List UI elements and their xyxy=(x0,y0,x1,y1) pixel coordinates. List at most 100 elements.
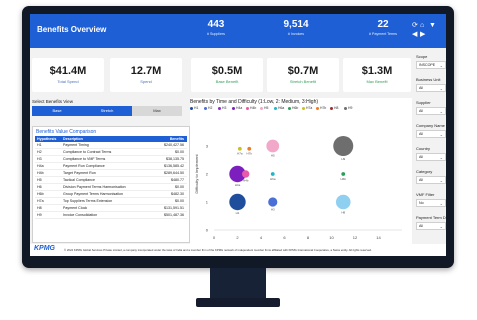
legend-swatch xyxy=(260,106,263,110)
legend-item[interactable]: H7a xyxy=(302,106,312,110)
filter-3: Company Name All ⌄ xyxy=(416,123,446,138)
data-label: H4b xyxy=(243,179,249,183)
data-point-h7a[interactable] xyxy=(237,146,242,151)
data-point-h9[interactable] xyxy=(333,136,354,156)
table-row[interactable]: H7a Top Suppliers Terms Extension $0.00 xyxy=(35,198,187,205)
data-label: H6a xyxy=(270,177,276,181)
filter-value: INSCOPE xyxy=(419,63,436,67)
chevron-down-icon: ⌄ xyxy=(439,132,443,137)
back-icon[interactable]: ◀ xyxy=(412,31,417,38)
x-tick-label: 0 xyxy=(213,235,216,240)
data-point-h8[interactable] xyxy=(335,194,351,210)
home-icon[interactable]: ⌂ xyxy=(420,22,424,29)
data-point-h1[interactable] xyxy=(229,193,246,211)
legend-item[interactable]: H2 xyxy=(204,106,212,110)
card-value: $0.5M xyxy=(211,65,243,77)
table-cell: Division Payment Terms Harmonisation xyxy=(63,185,126,189)
legend-item[interactable]: H9 xyxy=(344,106,352,110)
filter-4: Country All ⌄ xyxy=(416,146,446,161)
toggle-max-button[interactable]: Max xyxy=(132,106,182,116)
legend-item[interactable]: H5 xyxy=(260,106,268,110)
table-cell: Compliance to VMF Terms xyxy=(63,157,106,161)
filter-6: VMF Filter No ⌄ xyxy=(416,192,446,207)
legend-item[interactable]: H3 xyxy=(218,106,226,110)
table-cell: $240,427.56 xyxy=(164,143,184,147)
kpi-label: # Suppliers xyxy=(207,32,225,36)
refresh-icon[interactable]: ⟳ xyxy=(412,22,418,29)
table-cell: H8 xyxy=(37,206,42,210)
kpi-card-stretch-benefit: $0.7M Stretch Benefit xyxy=(267,58,339,92)
legend-item[interactable]: H8 xyxy=(330,106,338,110)
chevron-down-icon: ⌄ xyxy=(439,178,443,183)
card-label: Stretch Benefit xyxy=(289,79,317,84)
chart-title: Benefits by Time and Difficulty (1:Low, … xyxy=(190,99,319,105)
data-label: H3 xyxy=(271,208,275,212)
filter-2: Supplier All ⌄ xyxy=(416,100,446,115)
table-row[interactable]: H1 Payment Timing $240,427.56 xyxy=(35,142,187,149)
table-cell: H1 xyxy=(37,143,42,147)
kpi-card-max-benefit: $1.3M Max Benefit xyxy=(343,58,411,92)
table-body: H1 Payment Timing $240,427.56 H2 Compliance … xyxy=(33,142,189,219)
monitor-stand-neck xyxy=(210,268,266,300)
legend-swatch xyxy=(232,106,235,110)
forward-icon[interactable]: ▶ xyxy=(420,31,425,38)
legend-item[interactable]: H6a xyxy=(274,106,284,110)
table-cell: $131,591.51 xyxy=(164,206,184,210)
table-row[interactable]: H2 Compliance to Contract Terms $0.00 xyxy=(35,149,187,156)
legend-label: H5 xyxy=(264,106,269,110)
table-row[interactable]: H6b Group Payment Terms Harmonisation $482… xyxy=(35,191,187,198)
data-point-h6a[interactable] xyxy=(270,172,275,176)
table-row[interactable]: H6 Division Payment Terms Harmonisation $0… xyxy=(35,184,187,191)
filter-icon[interactable]: ▼ xyxy=(429,22,436,29)
filter-dropdown[interactable]: All ⌄ xyxy=(416,222,446,230)
data-point-h3[interactable] xyxy=(268,197,278,207)
header-icons: ⟳ ⌂ ▼ ◀ ▶ xyxy=(412,22,438,42)
toggle-stretch-button[interactable]: Stretch xyxy=(82,106,132,116)
legend-item[interactable]: H4a xyxy=(232,106,242,110)
table-cell: Compliance to Contract Terms xyxy=(63,150,112,154)
chevron-down-icon: ⌄ xyxy=(439,155,443,160)
table-cell: $0.00 xyxy=(175,199,184,203)
monitor-stand-base xyxy=(196,298,280,307)
table-row[interactable]: H3 Compliance to VMF Terms $38,135.75 xyxy=(35,156,187,163)
legend-swatch xyxy=(288,106,291,110)
table-cell: H7a xyxy=(37,199,44,203)
legend-item[interactable]: H6b xyxy=(288,106,298,110)
filter-dropdown[interactable]: All ⌄ xyxy=(416,107,446,115)
filter-5: Category All ⌄ xyxy=(416,169,446,184)
table-cell: $0.00 xyxy=(175,185,184,189)
card-label: Total Spend xyxy=(57,79,79,84)
legend-item[interactable]: H1 xyxy=(190,106,198,110)
data-point-h4b[interactable] xyxy=(242,170,250,178)
table-row[interactable]: H5 Tactical Compliance $480.77 xyxy=(35,177,187,184)
data-point-h5[interactable] xyxy=(266,139,280,153)
table-row[interactable]: H4b Target Payment Run $289,644.50 xyxy=(35,170,187,177)
filter-label: Payment Term D... xyxy=(416,215,446,220)
filter-1: Business Unit All ⌄ xyxy=(416,77,446,92)
filter-label: Business Unit xyxy=(416,77,441,82)
header-kpi-invoices: 9,514 # Invoices xyxy=(265,19,327,36)
table-row[interactable]: H8 Payment Clock $131,591.51 xyxy=(35,205,187,212)
kpi-card-total-spend: $41.4M Total Spend xyxy=(32,58,104,92)
header-kpi-suppliers: 443 # Suppliers xyxy=(185,19,247,36)
filter-dropdown[interactable]: All ⌄ xyxy=(416,130,446,138)
chevron-down-icon: ⌄ xyxy=(439,201,443,206)
kpi-label: # Payment Terms xyxy=(369,32,397,36)
legend-item[interactable]: H4b xyxy=(246,106,256,110)
table-row[interactable]: H4a Payment Run Compliance $136,585.42 xyxy=(35,163,187,170)
data-point-h6b[interactable] xyxy=(341,172,346,176)
filter-dropdown[interactable]: INSCOPE ⌄ xyxy=(416,61,446,69)
card-label: Max Benefit xyxy=(366,79,388,84)
dashboard-screen: Benefits Overview 443 # Suppliers 9,514 … xyxy=(30,14,446,256)
filter-dropdown[interactable]: All ⌄ xyxy=(416,176,446,184)
table-cell: H5 xyxy=(37,178,42,182)
table-row[interactable]: H9 Invoice Consolidation $501,487.36 xyxy=(35,212,187,219)
data-point-h7b[interactable] xyxy=(247,146,252,151)
chart-plot-area: 0 2 4 6 8 10 12 140123Difficulty to ImplementH7… xyxy=(194,136,402,240)
filter-dropdown[interactable]: All ⌄ xyxy=(416,84,446,92)
legend-item[interactable]: H7b xyxy=(316,106,326,110)
toggle-base-button[interactable]: Base xyxy=(32,106,82,116)
y-tick-label: 2 xyxy=(206,172,209,177)
filter-dropdown[interactable]: No ⌄ xyxy=(416,199,446,207)
filter-dropdown[interactable]: All ⌄ xyxy=(416,153,446,161)
